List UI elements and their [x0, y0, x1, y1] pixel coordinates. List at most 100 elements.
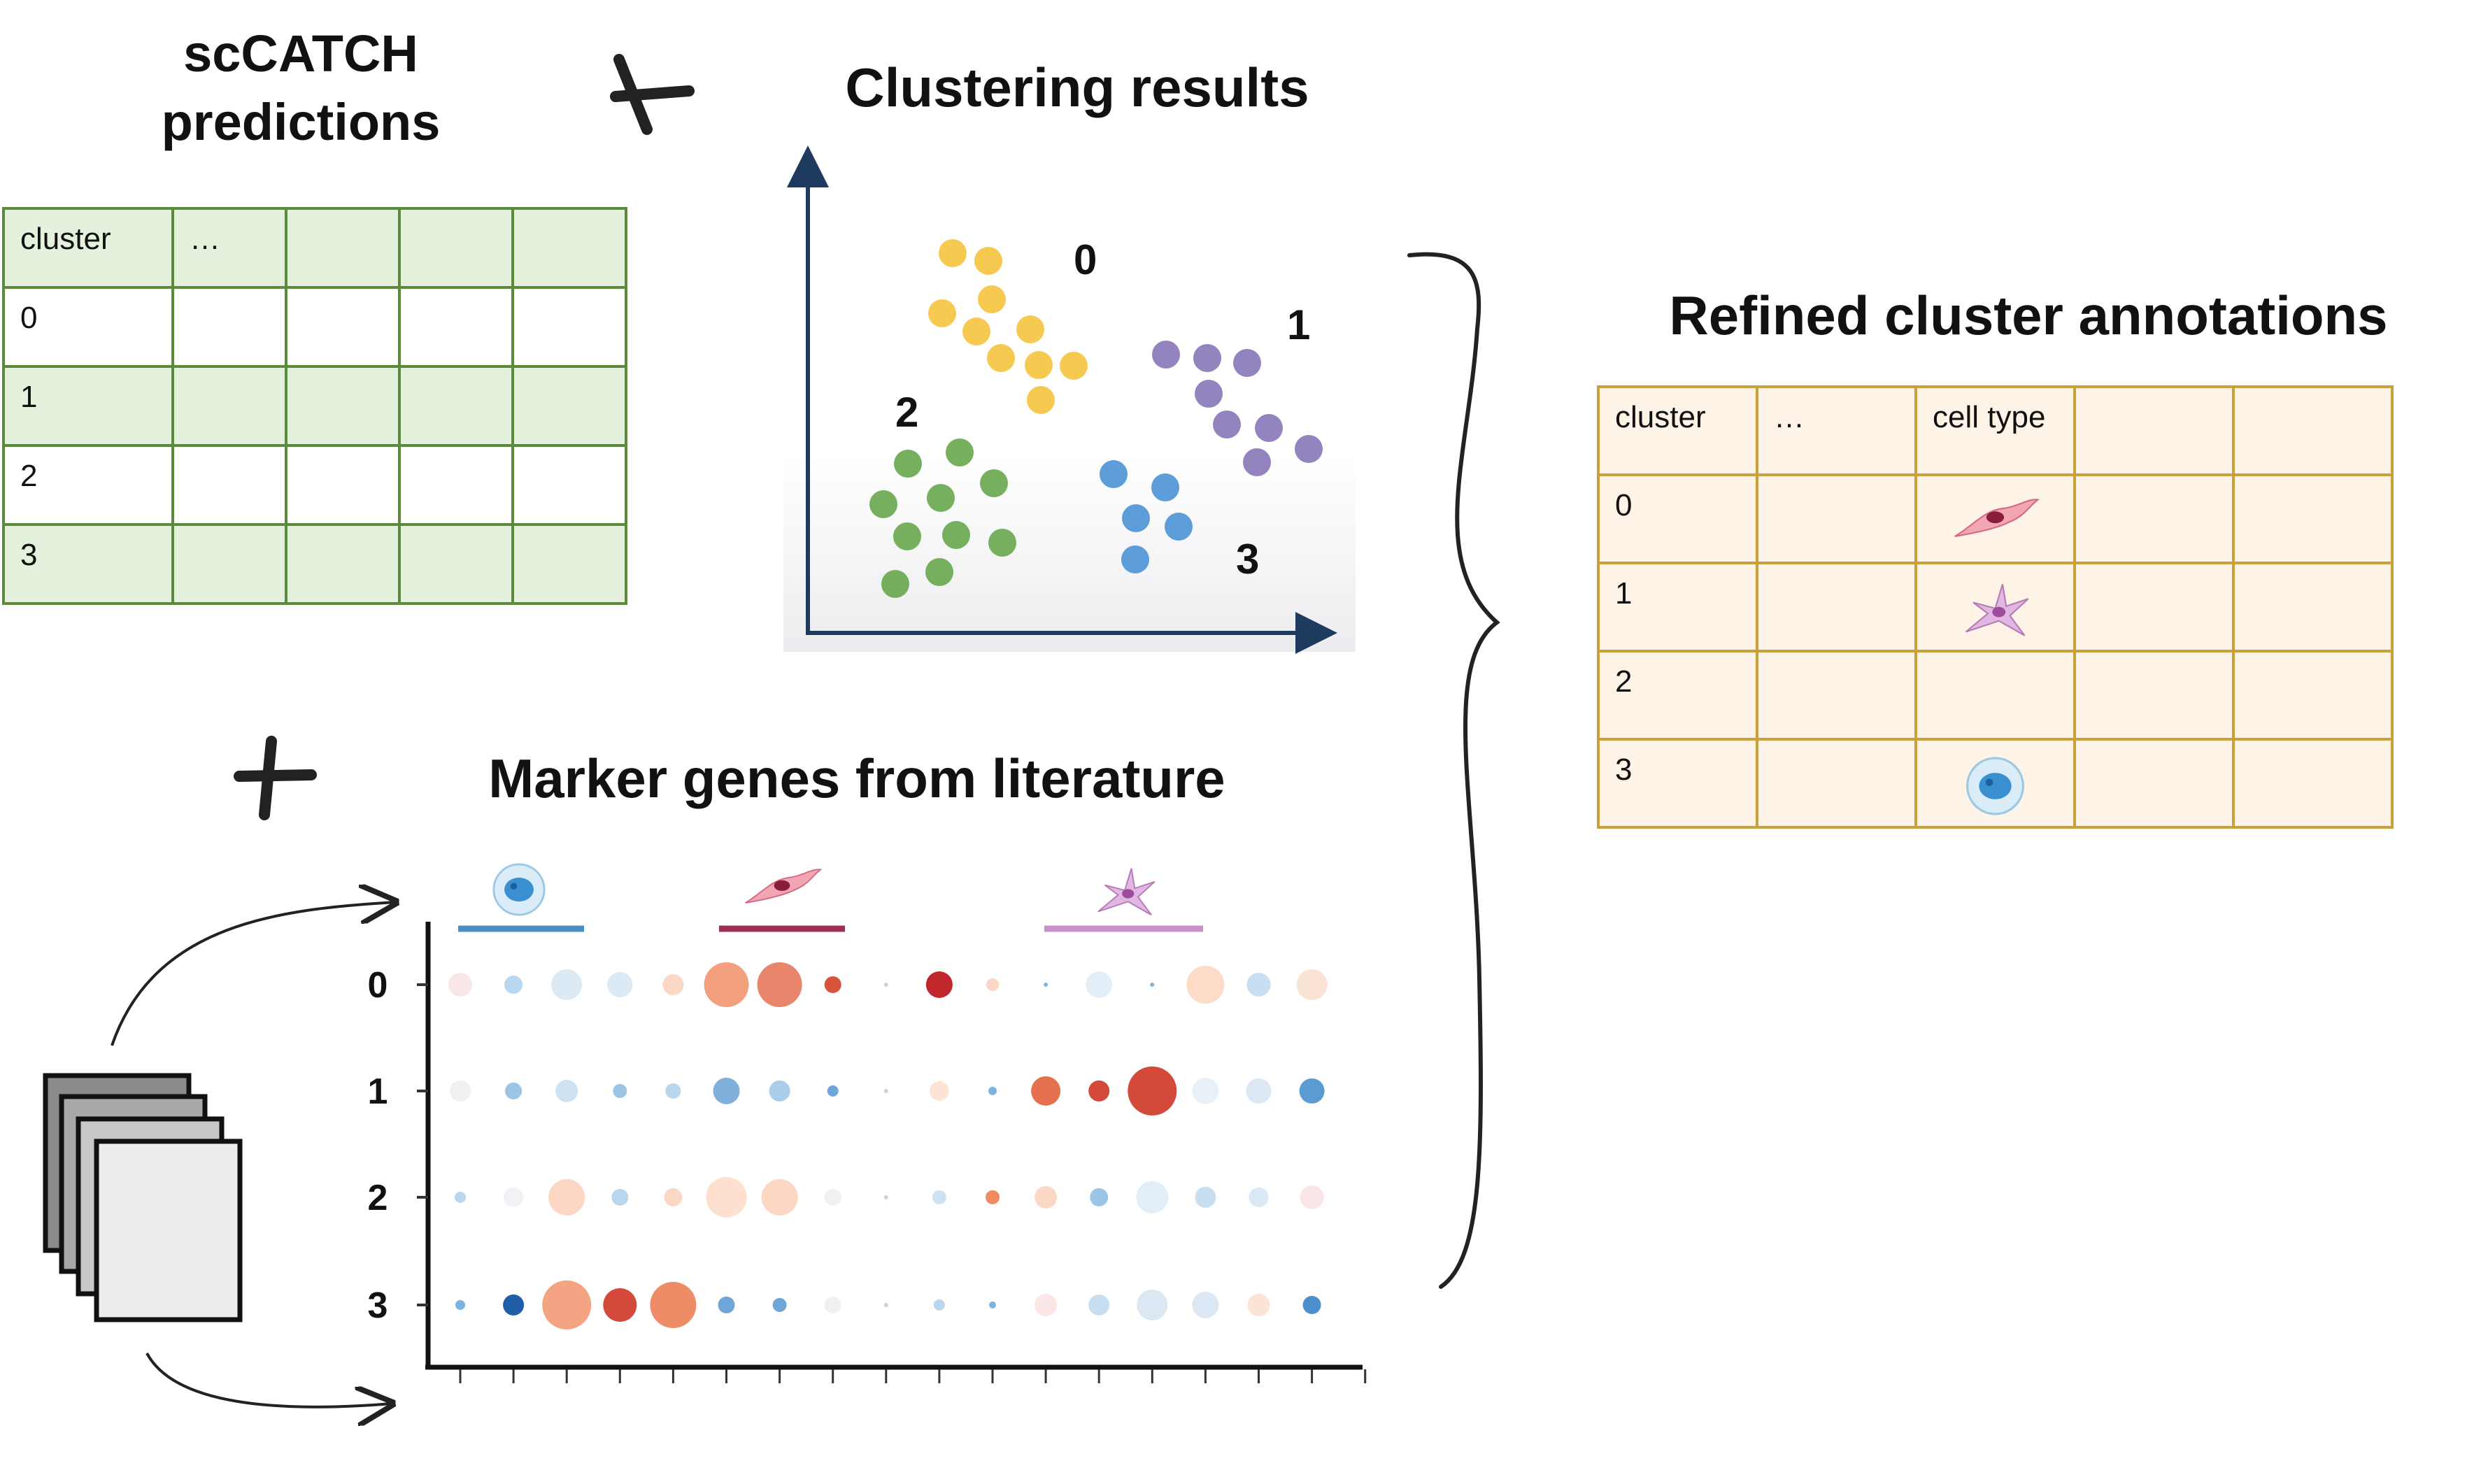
plus-icon [234, 736, 317, 820]
scatter-point [1151, 473, 1179, 501]
table-cell: 3 [20, 538, 37, 572]
dotplot-dot [1302, 1296, 1321, 1314]
dotplot-dot [613, 1084, 627, 1098]
scatter-point [1152, 341, 1180, 369]
dotplot-dot [1128, 1066, 1177, 1115]
workflow-diagram: scCATCH predictions cluster … 0 1 2 3 Cluster… [2, 24, 2394, 1484]
dotplot-dot [718, 1297, 735, 1313]
scatter-point [1255, 414, 1283, 442]
dotplot-dot [824, 976, 841, 993]
dotplot-dot [883, 1303, 888, 1307]
scatter-point [939, 239, 967, 267]
dotplot-dot [1035, 1186, 1058, 1208]
scatter-point [1165, 513, 1193, 541]
table-cell: 2 [1615, 664, 1632, 699]
dotplot-dot [665, 1083, 681, 1099]
dotplot-dot [1150, 983, 1155, 987]
dotplot-dot [704, 962, 749, 1007]
dotplot-dot [1296, 969, 1328, 1000]
dotplot-dot [883, 1195, 888, 1199]
dotplot-dot [932, 1190, 946, 1204]
dotplot-dot [603, 1288, 637, 1322]
dotplot-row-label: 3 [368, 1285, 388, 1326]
dotplot-dot [883, 983, 888, 987]
scatter-point [1233, 349, 1261, 377]
dotplot-dot [713, 1078, 740, 1104]
plus-icon [610, 54, 695, 135]
scatter-point [928, 299, 956, 327]
svg-text:scCATCH: scCATCH [183, 24, 418, 83]
dotplot-dot [986, 1190, 1000, 1204]
dotplot-dot [925, 971, 953, 998]
scatter-point [1295, 435, 1323, 463]
dotplot-dot [504, 976, 523, 994]
table-cell: 3 [1615, 752, 1632, 787]
refined-title: Refined cluster annotations [1669, 285, 2387, 346]
scatter-point [1213, 411, 1241, 438]
dotplot-dot [1192, 1292, 1219, 1318]
dotplot-row-label: 2 [368, 1178, 388, 1218]
dotplot-dot [827, 1085, 839, 1097]
table-cell: cluster [20, 222, 111, 256]
table-cell: cluster [1615, 400, 1706, 434]
immune-cell-icon [1966, 757, 2024, 815]
scatter-point [893, 522, 921, 550]
scatter-point [1027, 386, 1055, 414]
dotplot-dot [772, 1298, 787, 1312]
dotplot-dot [555, 1080, 578, 1102]
cluster-label: 3 [1236, 536, 1259, 583]
table-cell: cell type [1933, 400, 2045, 434]
scatter-point [1195, 380, 1223, 408]
scatter-point [1122, 504, 1150, 532]
dotplot-dot [883, 1089, 888, 1093]
merge-brace [1407, 252, 1500, 1289]
scatter-point [974, 247, 1002, 275]
dotplot-dot [1249, 1187, 1269, 1207]
dotplot-dot [1246, 973, 1271, 997]
scatter-point [987, 344, 1015, 372]
dotplot-dot [706, 1177, 747, 1218]
table-cell: … [190, 222, 220, 256]
dotplot-dot [611, 1189, 629, 1206]
dotplot-dot [929, 1081, 949, 1101]
scatter-point [946, 438, 974, 466]
scatter-point [1060, 352, 1088, 380]
dotplot-dot [448, 973, 472, 997]
dotplot-dot [1186, 966, 1225, 1004]
scatter-point [894, 450, 922, 478]
scatter-point [1193, 344, 1221, 372]
scatter-point [1243, 448, 1271, 476]
table-cell: 0 [20, 301, 37, 335]
scatter-point [962, 318, 990, 345]
dotplot-dot [664, 1188, 683, 1206]
dotplot-dot [1192, 1078, 1219, 1104]
dotplot-dot [607, 972, 633, 997]
dotplot-dot [1247, 1294, 1270, 1316]
dotplot-dot [1300, 1185, 1324, 1209]
dotplot-dot [1299, 1078, 1325, 1104]
dotplot-dot [542, 1280, 592, 1329]
dotplot-dot [988, 1087, 997, 1095]
dotplot-dot [551, 969, 583, 1000]
scatter-point [980, 469, 1008, 497]
scatter-point [1016, 315, 1044, 343]
table-cell: 2 [20, 459, 37, 493]
immune-cell-icon [492, 863, 546, 916]
arrow-to-bottom [145, 1353, 392, 1407]
scatter-point [881, 570, 909, 598]
table-cell: 1 [20, 380, 37, 414]
sccatch-title: scCATCH predictions [162, 24, 441, 151]
scatter-point [1100, 460, 1128, 488]
dotplot-dot [450, 1080, 471, 1101]
marker-dotplot: 0 1 2 3 [368, 863, 1367, 1383]
scatter-point [927, 484, 955, 512]
dotplot-dot [548, 1179, 585, 1215]
scatter-point [925, 558, 953, 586]
dotplot-dot [504, 1187, 524, 1207]
dotplot-dot [650, 1282, 697, 1328]
dotplot-dot [933, 1299, 945, 1311]
dotplot-dot [761, 1179, 798, 1215]
dotplot-dot [1031, 1076, 1061, 1106]
scatter-point [1121, 545, 1149, 573]
scatter-point [978, 285, 1006, 313]
